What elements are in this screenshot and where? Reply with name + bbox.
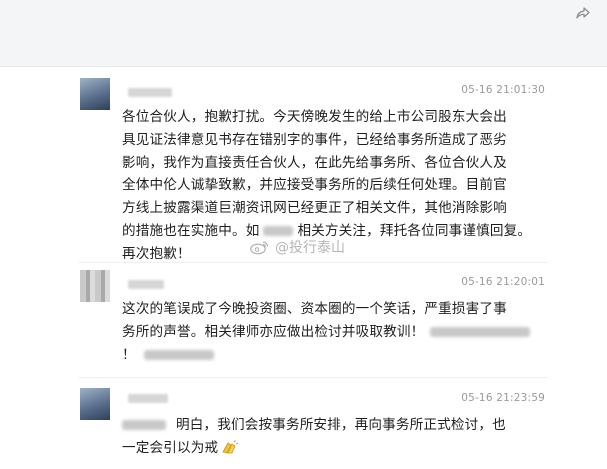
message-line-part: 的措施也在实施中。如 <box>122 222 260 239</box>
message-text: 明白，我们会按事务所安排，再向事务所正式检讨，也 一定会引以为戒 <box>122 414 562 460</box>
weibo-icon <box>250 241 269 255</box>
divider <box>78 262 548 263</box>
message-line: 各位合伙人，抱歉打扰。今天傍晚发生的给上市公司股东大会出 <box>122 109 507 125</box>
message-line-part: ！ <box>122 346 136 363</box>
redacted-text <box>143 349 214 360</box>
message-text: 这次的笔误成了今晚投资圈、资本圈的一个笑话，严重损害了事 务所的声誉。相关律师亦… <box>122 298 562 366</box>
message-line-part: 明白，我们会按事务所安排，再向事务所正式检讨，也 <box>176 417 506 433</box>
sender-name-redacted <box>128 88 172 97</box>
message-line: 方线上披露渠道巨潮资讯网已经更正了相关文件，其他消除影响 <box>122 200 507 217</box>
message-line: ！ <box>122 344 562 367</box>
message-line-part: 一定会引以为戒 <box>122 439 219 456</box>
redacted-text <box>263 225 294 236</box>
avatar[interactable] <box>80 78 110 110</box>
header-bar <box>0 0 607 67</box>
message-line: 这次的笔误成了今晚投资圈、资本圈的一个笑话，严重损害了事 <box>122 301 507 317</box>
divider <box>78 377 548 378</box>
share-arrow-icon[interactable] <box>575 5 591 21</box>
redacted-text <box>430 326 531 337</box>
redacted-text <box>122 420 166 430</box>
watermark: @投行泰山 <box>250 237 345 257</box>
message-line: 具见证法律意见书存在错别字的事件，已经给事务所造成了恶劣 <box>122 131 507 148</box>
message-line: 务所的声誉。相关律师亦应做出检讨并吸取教训！ <box>122 321 562 344</box>
avatar[interactable] <box>80 270 110 302</box>
watermark-text: @投行泰山 <box>275 240 345 256</box>
sender-name-redacted <box>128 280 164 289</box>
message-line: 全体中伦人诚挚致歉，并应接受事务所的后续任何处理。目前官 <box>122 177 507 194</box>
sender-name-redacted <box>128 394 168 403</box>
message-line-part: 务所的声誉。相关律师亦应做出检讨并吸取教训！ <box>122 323 425 340</box>
message-timestamp: 05-16 21:23:59 <box>461 392 545 404</box>
message-line: 影响，我作为直接责任合伙人，在此先给事务所、各位合伙人及 <box>122 154 507 171</box>
clapping-hands-icon <box>222 439 239 454</box>
message-line: 一定会引以为戒 <box>122 437 562 460</box>
message-timestamp: 05-16 21:20:01 <box>461 276 545 288</box>
message-line: 明白，我们会按事务所安排，再向事务所正式检讨，也 <box>122 414 562 437</box>
message-timestamp: 05-16 21:01:30 <box>461 84 545 96</box>
avatar[interactable] <box>80 388 110 420</box>
